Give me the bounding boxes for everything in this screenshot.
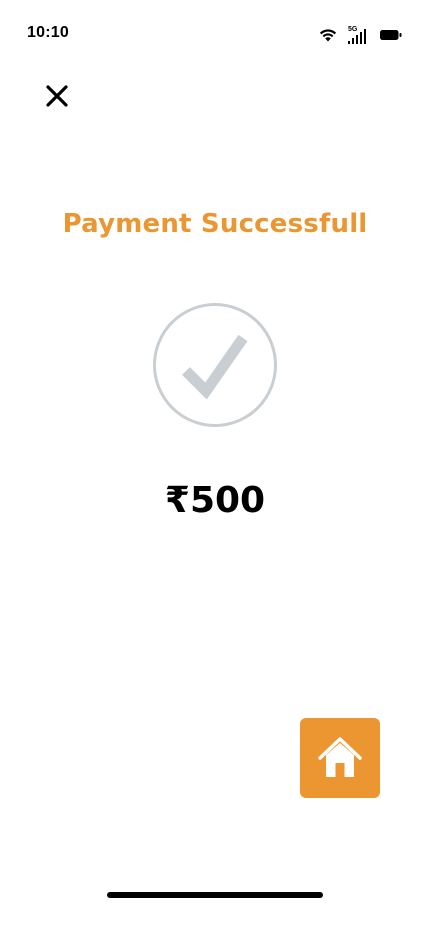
network-label: 5G (348, 26, 358, 33)
close-button[interactable] (40, 79, 74, 113)
status-time: 10:10 (27, 24, 69, 41)
payment-success-screen: 10:10 5G Payment Successfull ₹500 (0, 0, 430, 932)
home-button[interactable] (300, 718, 380, 798)
check-circle-icon (152, 302, 278, 428)
payment-amount: ₹500 (164, 480, 266, 521)
close-icon (46, 85, 68, 107)
battery-icon (380, 29, 402, 41)
status-bar: 10:10 5G (0, 0, 430, 70)
page-title: Payment Successfull (62, 209, 368, 239)
status-icons: 5G (318, 24, 402, 46)
cellular-signal-icon: 5G (348, 24, 370, 46)
home-icon (317, 735, 363, 781)
home-indicator[interactable] (107, 892, 323, 898)
wifi-icon (318, 27, 338, 43)
